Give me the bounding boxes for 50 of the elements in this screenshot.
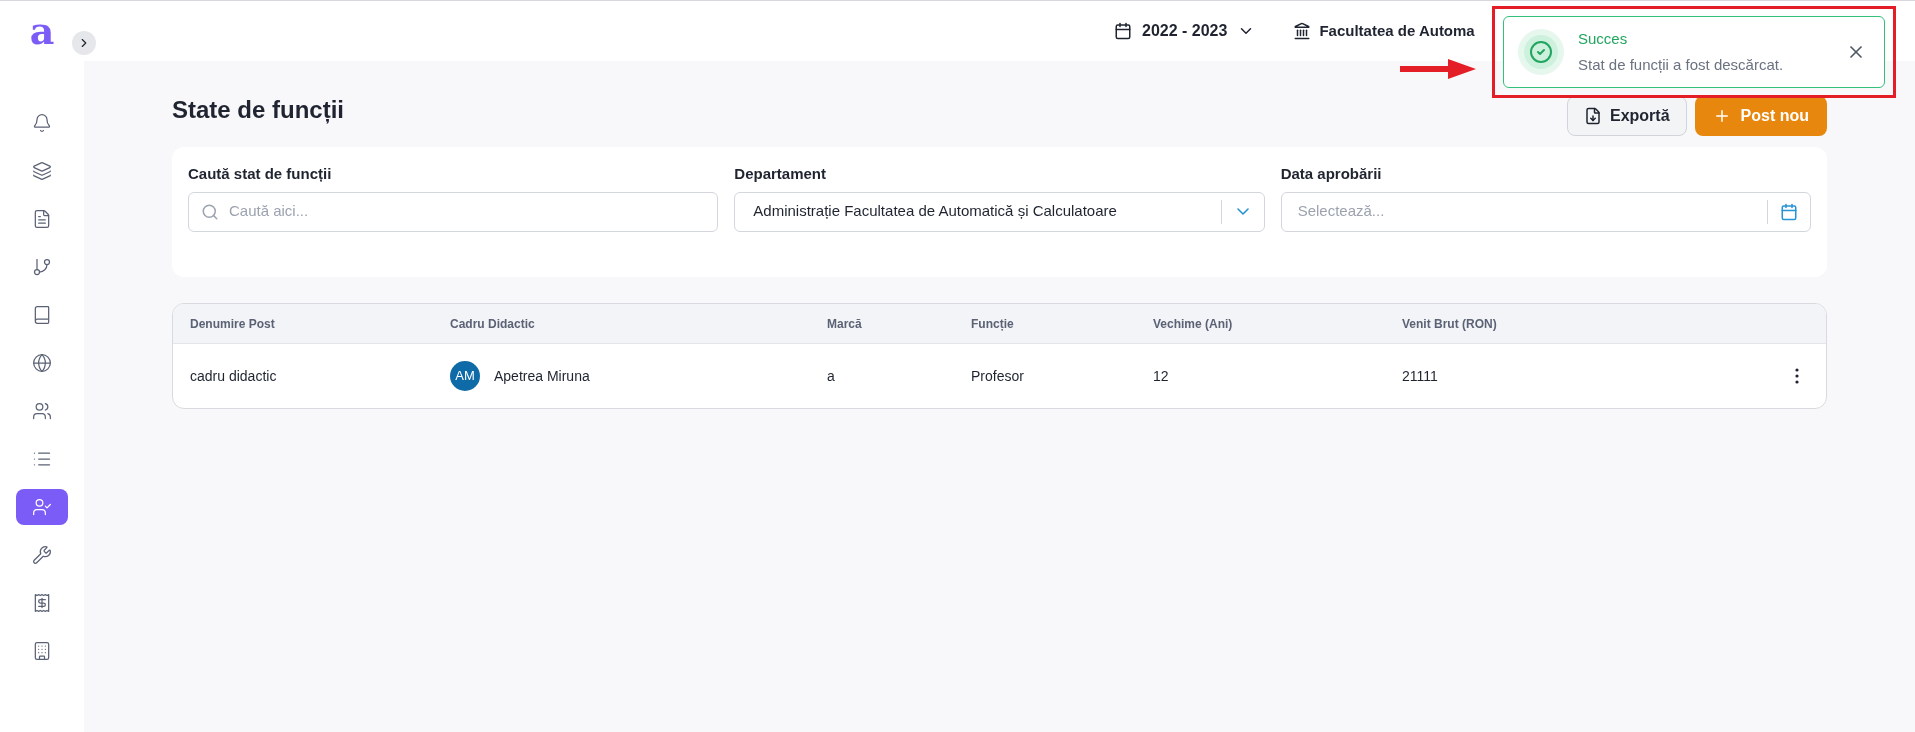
faculty-name: Facultatea de Automa	[1319, 20, 1475, 41]
department-select[interactable]: Administrație Facultatea de Automatică și Calculatoare	[734, 191, 1265, 232]
avatar: AM	[450, 361, 480, 391]
more-icon	[1795, 368, 1799, 384]
toast-message: Stat de funcții a fost descărcat.	[1578, 55, 1785, 75]
column-header: Vechime (Ani)	[1153, 315, 1234, 333]
table-cell-text: cadru didactic	[190, 366, 278, 386]
wrench-icon	[32, 545, 52, 565]
calendar-icon	[1780, 202, 1798, 221]
date-input[interactable]: Selectează...	[1297, 200, 1767, 223]
receipt-icon	[32, 593, 52, 613]
column-header: Venit Brut (RON)	[1402, 315, 1498, 333]
building-icon	[32, 641, 52, 661]
bell-icon	[32, 113, 52, 133]
document-icon	[32, 209, 52, 229]
table-cell-text: 21111	[1402, 366, 1439, 386]
column-header: Cadru Didactic	[450, 315, 536, 333]
table-cell-text: Profesor	[971, 366, 1025, 386]
column-header: Denumire Post	[190, 315, 276, 333]
column-header: Funcție	[971, 315, 1015, 333]
table-cell-text: Apetrea Miruna	[494, 366, 590, 386]
page-title: State de funcții	[172, 95, 345, 126]
logo: a	[29, 12, 55, 50]
field-label: Caută stat de funcții	[188, 164, 333, 184]
date-field[interactable]: Selectează...	[1280, 191, 1811, 232]
user-check-icon	[32, 497, 52, 517]
toast-title: Succes	[1578, 28, 1629, 49]
institution-icon	[1293, 22, 1312, 40]
expand-button[interactable]	[72, 31, 96, 55]
field-label: Data aprobării	[1280, 164, 1383, 184]
export-button[interactable]: Exportă	[1567, 96, 1687, 136]
success-icon	[1529, 40, 1553, 64]
search-field[interactable]: Caută aici...	[188, 191, 719, 232]
chevron-down-icon	[1236, 208, 1249, 215]
column-header: Marcă	[827, 315, 863, 333]
layers-icon	[32, 161, 52, 181]
branch-icon	[32, 257, 52, 277]
search-input[interactable]: Caută aici...	[229, 200, 706, 223]
field-label: Departament	[734, 164, 828, 184]
file-download-icon	[1584, 107, 1602, 125]
year-selector[interactable]: 2022 - 2023	[1114, 19, 1256, 43]
search-icon	[201, 202, 219, 221]
notebook-icon	[32, 305, 52, 325]
calendar-icon	[1114, 22, 1132, 40]
table-cell-text: a	[827, 366, 836, 386]
users-icon	[32, 401, 52, 421]
sidebar-item[interactable]	[16, 489, 68, 525]
globe-icon	[32, 353, 52, 373]
arrow-icon	[1400, 57, 1476, 81]
table-cell-text: 12	[1153, 366, 1170, 386]
